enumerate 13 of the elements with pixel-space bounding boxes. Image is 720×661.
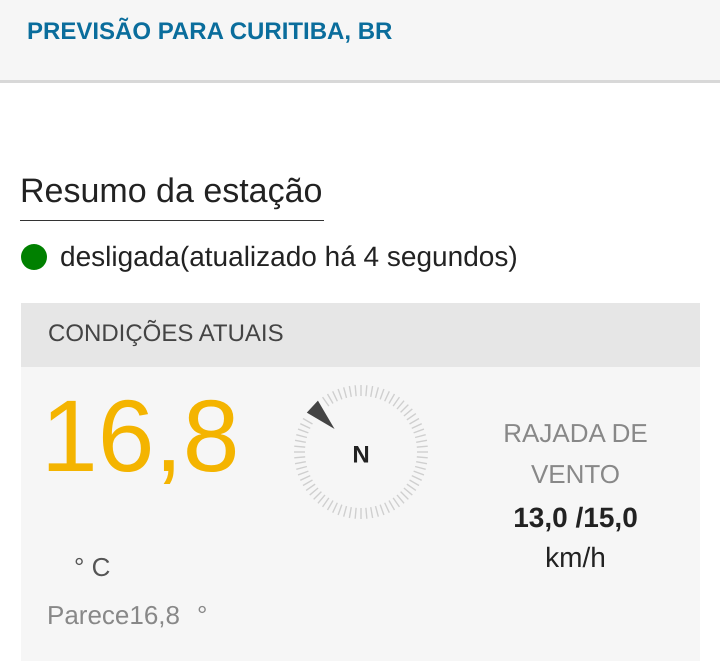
wind-gust-unit: km/h <box>545 541 606 575</box>
panel-title: CONDIÇÕES ATUAIS <box>48 320 284 348</box>
needle-icon <box>306 400 335 430</box>
page-title: PREVISÃO PARA CURITIBA, BR <box>27 18 392 46</box>
wind-gust-value: 13,0 /15,0 <box>513 501 638 535</box>
compass-direction-label: N <box>352 442 370 468</box>
feels-like-text: Parece16,8 <box>47 600 180 630</box>
temperature-value: 16,8 <box>41 385 240 487</box>
wind-gust-label: RAJADA DE VENTO <box>502 417 649 491</box>
feels-like-unit: ° <box>196 600 208 630</box>
section-heading: Resumo da estação <box>20 171 324 221</box>
status-text: desligada(atualizado há 4 segundos) <box>60 241 518 273</box>
temperature-unit: ° C <box>74 552 110 582</box>
